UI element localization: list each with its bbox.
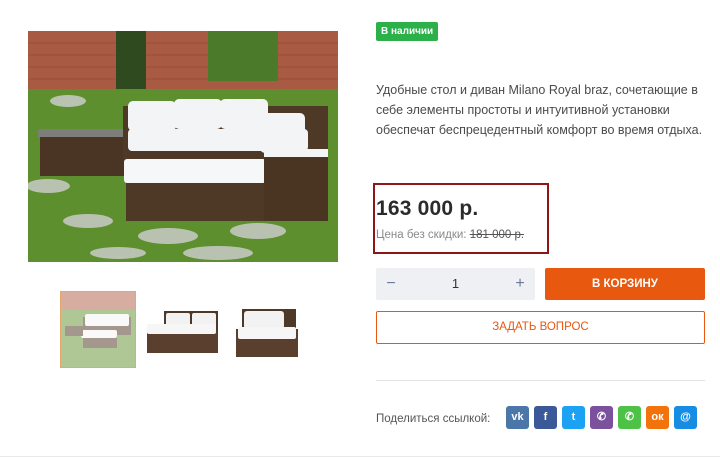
quantity-minus-button[interactable]: − xyxy=(376,268,406,300)
whatsapp-icon[interactable]: ✆ xyxy=(618,406,641,429)
old-price-value: 181 000 р. xyxy=(469,229,525,241)
odnoklassniki-icon[interactable]: ок xyxy=(646,406,669,429)
add-to-cart-button[interactable]: В КОРЗИНУ xyxy=(545,268,705,300)
thumbnail-3[interactable] xyxy=(228,291,304,368)
quantity-stepper: − 1 + xyxy=(376,268,535,300)
facebook-icon[interactable]: f xyxy=(534,406,557,429)
quantity-input[interactable]: 1 xyxy=(406,268,505,300)
product-description: Удобные стол и диван Milano Royal braz, … xyxy=(376,83,703,137)
divider xyxy=(376,380,705,381)
moimir-icon[interactable]: @ xyxy=(674,406,697,429)
quantity-plus-button[interactable]: + xyxy=(505,268,535,300)
vk-icon[interactable]: vk xyxy=(506,406,529,429)
main-product-image[interactable] xyxy=(28,31,338,262)
thumbnail-1[interactable] xyxy=(60,291,136,368)
old-price-label: Цена без скидки: xyxy=(376,229,467,241)
current-price: 163 000 р. xyxy=(376,197,479,220)
viber-icon[interactable]: ✆ xyxy=(590,406,613,429)
old-price-row: Цена без скидки: 181 000 р. xyxy=(376,229,524,241)
ask-question-button[interactable]: ЗАДАТЬ ВОПРОС xyxy=(376,311,705,344)
availability-badge: В наличии xyxy=(376,22,439,41)
share-label: Поделиться ссылкой: xyxy=(376,413,491,425)
twitter-icon[interactable]: t xyxy=(562,406,585,429)
bottom-divider xyxy=(0,456,720,457)
thumbnail-2[interactable] xyxy=(144,291,220,368)
